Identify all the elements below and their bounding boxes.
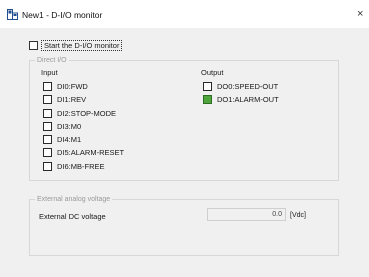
output-list: DO0:SPEED-OUT DO1:ALARM-OUT — [203, 81, 279, 108]
window-title: New1 - D-I/O monitor — [22, 10, 103, 20]
input-heading: Input — [41, 68, 58, 77]
input-label-di5: DI5:ALARM-RESET — [57, 148, 125, 158]
start-monitor-checkbox[interactable]: Start the D-I/O monitor — [29, 40, 123, 51]
input-indicator-di5 — [43, 148, 52, 158]
input-label-di2: DI2:STOP-MODE — [57, 108, 117, 118]
external-dc-voltage-label: External DC voltage — [39, 212, 106, 221]
input-item-di3: DI3:M0 — [43, 121, 124, 132]
input-item-di1: DI1:REV — [43, 94, 124, 105]
output-label-do1: DO1:ALARM-OUT — [217, 95, 279, 105]
input-indicator-di2 — [43, 108, 52, 118]
input-indicator-di6 — [43, 161, 52, 171]
close-icon[interactable]: × — [357, 8, 369, 20]
analog-legend: External analog voltage — [35, 195, 113, 204]
start-monitor-box[interactable] — [29, 41, 38, 50]
voltage-unit: [Vdc] — [290, 212, 306, 219]
input-label-di6: DI6:MB-FREE — [57, 161, 105, 171]
input-label-di0: DI0:FWD — [57, 82, 88, 91]
input-label-di3: DI3:M0 — [57, 121, 82, 131]
input-indicator-di3 — [43, 121, 52, 131]
output-item-do1: DO1:ALARM-OUT — [203, 94, 279, 105]
output-label-do0: DO0:SPEED-OUT — [217, 82, 279, 91]
io-monitor-app-icon — [7, 9, 18, 20]
input-label-di1: DI1:REV — [57, 95, 87, 105]
input-item-di0: DI0:FWD — [43, 81, 124, 92]
output-indicator-do1 — [203, 95, 212, 105]
input-item-di5: DI5:ALARM-RESET — [43, 147, 124, 158]
output-indicator-do0 — [203, 82, 212, 91]
input-list: DI0:FWD DI1:REV DI2:STOP-MODE DI3:M0 DI4… — [43, 81, 124, 174]
input-item-di4: DI4:M1 — [43, 134, 124, 145]
input-indicator-di0 — [43, 82, 52, 91]
input-label-di4: DI4:M1 — [57, 135, 82, 145]
input-indicator-di4 — [43, 135, 52, 145]
analog-group: External analog voltage — [29, 195, 339, 256]
input-item-di2: DI2:STOP-MODE — [43, 108, 124, 119]
external-dc-voltage-field: 0.0 — [207, 208, 286, 221]
start-monitor-label[interactable]: Start the D-I/O monitor — [41, 40, 123, 51]
output-item-do0: DO0:SPEED-OUT — [203, 81, 279, 92]
direct-io-group: Direct I/O Input Output DI0:FWD DI1:REV … — [29, 56, 339, 181]
output-heading: Output — [201, 68, 224, 77]
input-indicator-di1 — [43, 95, 52, 105]
monitor-panel: Start the D-I/O monitor Direct I/O Input… — [0, 28, 369, 277]
direct-io-legend: Direct I/O — [35, 56, 69, 65]
title-bar: New1 - D-I/O monitor × — [0, 0, 369, 28]
input-item-di6: DI6:MB-FREE — [43, 161, 124, 172]
